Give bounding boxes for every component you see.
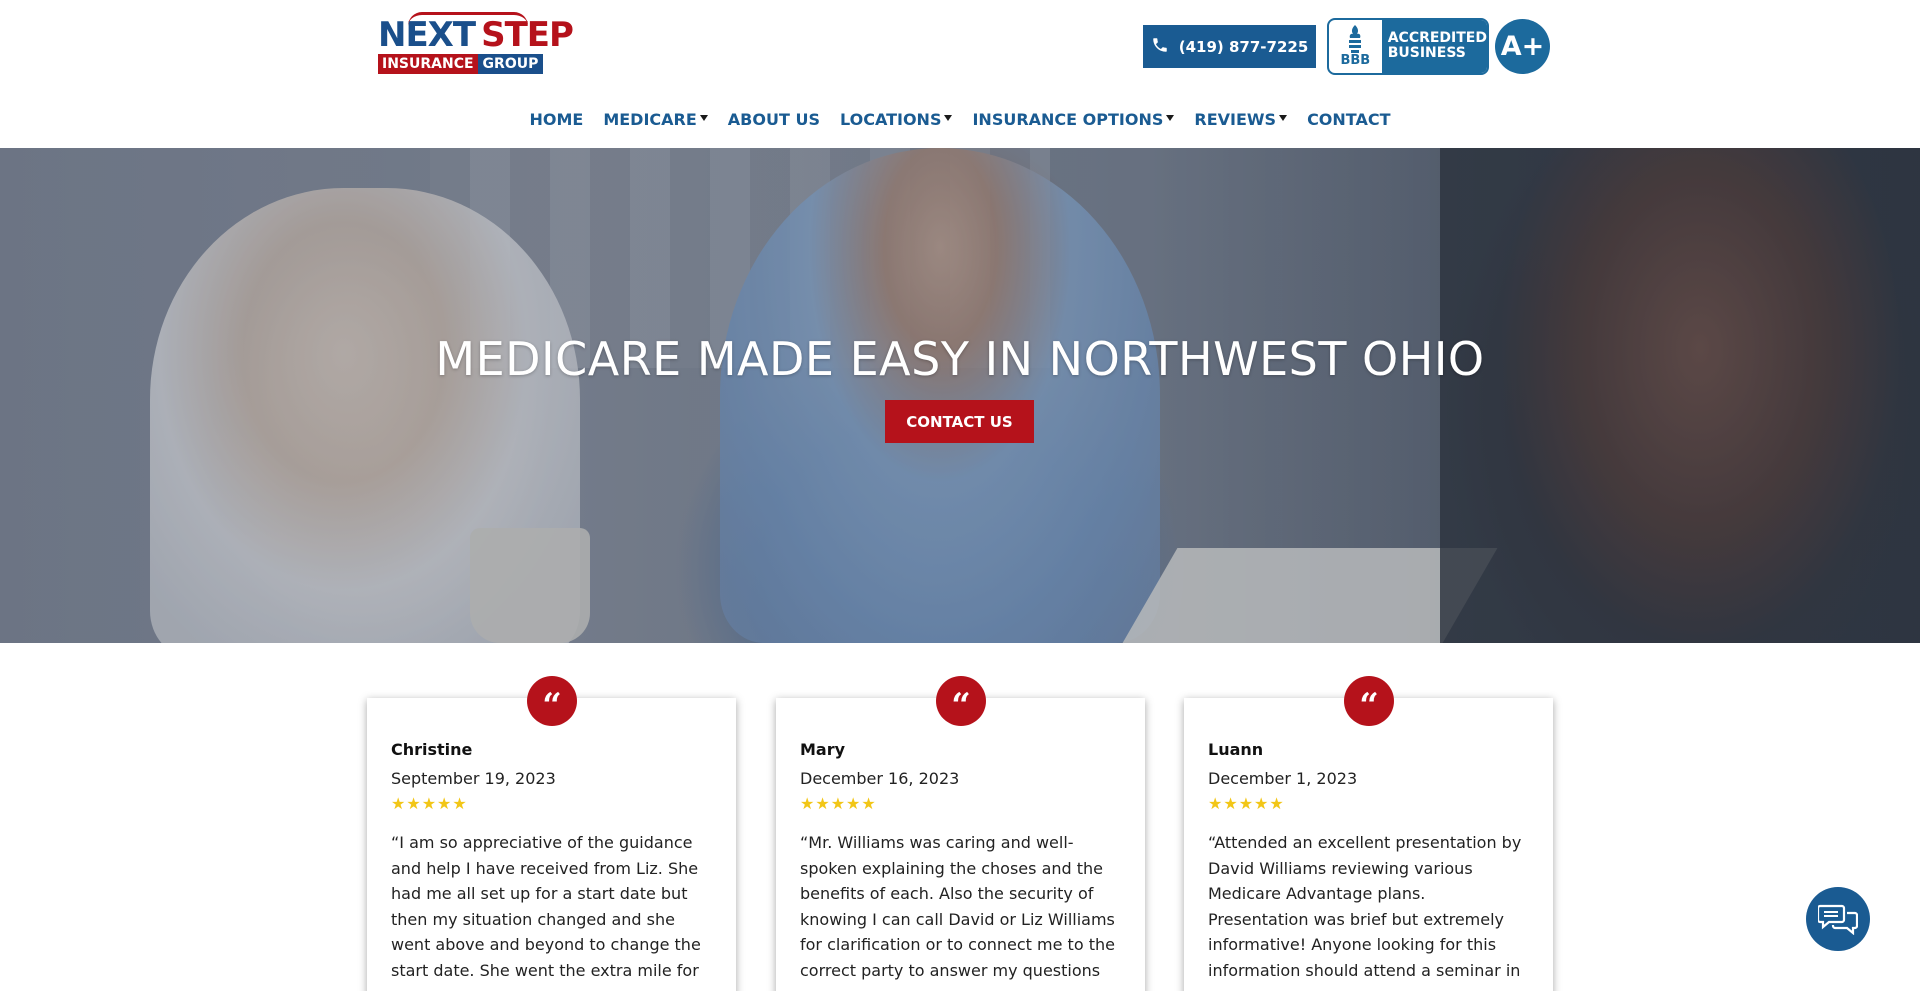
quote-icon: “: [1344, 676, 1394, 726]
review-star-rating: ★ ★ ★ ★ ★: [800, 796, 1121, 812]
bbb-line-1: ACCREDITED: [1387, 30, 1487, 46]
company-logo[interactable]: NEXT STEP INSURANCE GROUP: [378, 12, 574, 78]
star-icon: ★: [800, 794, 815, 813]
star-icon: ★: [406, 794, 421, 813]
bbb-accredited-badge[interactable]: BBB ACCREDITED BUSINESS: [1327, 18, 1489, 75]
review-star-rating: ★ ★ ★ ★ ★: [1208, 796, 1529, 812]
review-author: Mary: [800, 740, 846, 759]
nav-item-locations[interactable]: LOCATIONS: [840, 110, 953, 129]
nav-label: MEDICARE: [603, 110, 697, 129]
caret-down-icon: [1166, 115, 1175, 121]
nav-label: LOCATIONS: [839, 110, 942, 129]
review-date: September 19, 2023: [391, 769, 556, 788]
phone-number: (419) 877-7225: [1178, 37, 1309, 56]
nav-item-insurance-options[interactable]: INSURANCE OPTIONS: [972, 110, 1175, 129]
caret-down-icon: [699, 115, 708, 121]
quote-icon: “: [527, 676, 577, 726]
review-text: “Mr. Williams was caring and well-spoken…: [800, 833, 1115, 980]
review-card: “ Christine September 19, 2023 ★ ★ ★ ★ ★ “I …: [367, 676, 736, 991]
review-author: Christine: [391, 740, 473, 759]
nav-item-reviews[interactable]: REVIEWS: [1194, 110, 1288, 129]
site-header: NEXT STEP INSURANCE GROUP (419) 877-7225…: [0, 0, 1920, 148]
star-icon: ★: [391, 794, 406, 813]
review-text: “Attended an excellent presentation by D…: [1208, 833, 1522, 980]
main-navigation: HOME MEDICARE ABOUT US LOCATIONS INSURAN…: [0, 110, 1920, 129]
review-star-rating: ★ ★ ★ ★ ★: [391, 796, 712, 812]
phone-button[interactable]: (419) 877-7225: [1143, 25, 1316, 68]
star-icon: ★: [815, 794, 830, 813]
bbb-accredited-text: ACCREDITED BUSINESS: [1381, 20, 1487, 73]
star-icon: ★: [861, 794, 876, 813]
caret-down-icon: [944, 115, 953, 121]
nav-item-medicare[interactable]: MEDICARE: [603, 110, 708, 129]
star-icon: ★: [1269, 794, 1284, 813]
caret-down-icon: [1279, 115, 1288, 121]
nav-label: REVIEWS: [1194, 110, 1277, 129]
hero-title: MEDICARE MADE EASY IN NORTHWEST OHIO: [435, 332, 1485, 386]
hero-banner: MEDICARE MADE EASY IN NORTHWEST OHIO CON…: [0, 148, 1920, 643]
review-date: December 1, 2023: [1208, 769, 1358, 788]
logo-swoosh: [408, 12, 528, 26]
nav-label: CONTACT: [1307, 110, 1391, 129]
bbb-rating-badge[interactable]: A+: [1495, 19, 1550, 74]
review-text: “I am so appreciative of the guidance an…: [391, 833, 701, 980]
hero-overlay: [0, 148, 1920, 643]
logo-tagline: INSURANCE GROUP: [378, 54, 556, 74]
bbb-mark: BBB: [1340, 53, 1371, 68]
review-author: Luann: [1208, 740, 1264, 759]
star-icon: ★: [830, 794, 846, 813]
nav-label: ABOUT US: [727, 110, 820, 129]
bbb-logo: BBB: [1329, 20, 1382, 73]
quote-icon: “: [936, 676, 986, 726]
star-icon: ★: [1208, 794, 1223, 813]
nav-label: INSURANCE OPTIONS: [972, 110, 1164, 129]
star-icon: ★: [452, 794, 467, 813]
logo-word-group: GROUP: [477, 54, 544, 74]
nav-item-home[interactable]: HOME: [529, 110, 583, 129]
review-card: “ Luann December 1, 2023 ★ ★ ★ ★ ★ “Attended…: [1184, 676, 1553, 991]
review-date: December 16, 2023: [800, 769, 960, 788]
chat-bubbles-icon: [1818, 904, 1858, 935]
nav-item-about-us[interactable]: ABOUT US: [728, 110, 820, 129]
review-card: “ Mary December 16, 2023 ★ ★ ★ ★ ★ “Mr. Will…: [776, 676, 1145, 991]
star-icon: ★: [437, 794, 452, 813]
nav-label: HOME: [529, 110, 584, 129]
chat-widget-button[interactable]: [1806, 887, 1870, 951]
phone-icon: [1151, 36, 1169, 58]
star-icon: ★: [1254, 794, 1269, 813]
logo-word-insurance: INSURANCE: [378, 54, 478, 74]
star-icon: ★: [846, 794, 861, 813]
nav-item-contact[interactable]: CONTACT: [1307, 110, 1390, 129]
bbb-torch-icon: [1349, 25, 1362, 53]
star-icon: ★: [1223, 794, 1238, 813]
star-icon: ★: [1238, 794, 1254, 813]
contact-us-button[interactable]: CONTACT US: [885, 400, 1034, 443]
bbb-line-2: BUSINESS: [1387, 45, 1466, 61]
star-icon: ★: [421, 794, 437, 813]
